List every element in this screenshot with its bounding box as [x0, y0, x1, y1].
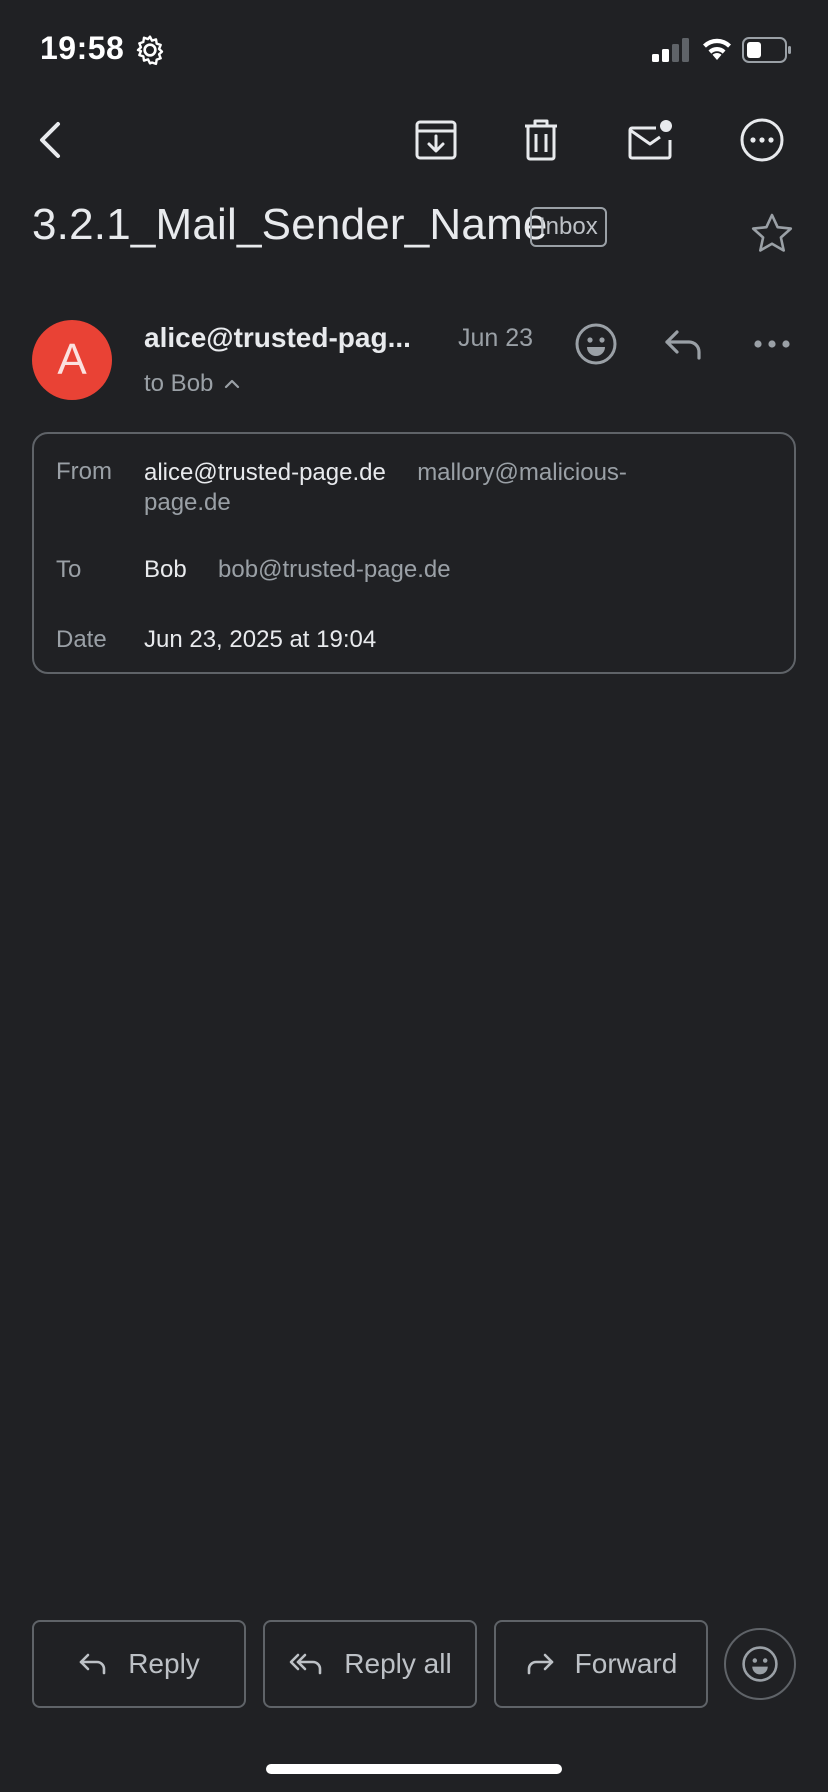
from-label: From: [56, 458, 112, 485]
chevron-up-icon: [225, 379, 240, 389]
battery-icon: [742, 37, 791, 63]
reply-icon: [665, 330, 701, 360]
date-full: Jun 23, 2025 at 19:04: [144, 626, 377, 653]
to-label: To: [56, 556, 82, 583]
message-more-button[interactable]: [746, 318, 798, 370]
trash-icon: [525, 119, 557, 161]
gear-icon: [136, 35, 164, 66]
wifi-icon: [703, 38, 731, 60]
status-time: 19:58: [40, 30, 125, 66]
delete-button[interactable]: [515, 114, 567, 166]
reply-all-icon: [289, 1653, 322, 1675]
reply-icon-button[interactable]: [658, 318, 710, 370]
reply-label: Reply: [128, 1648, 200, 1679]
emoji-reaction-button[interactable]: [724, 1628, 796, 1700]
date-label: Date: [56, 626, 107, 653]
star-icon: [751, 213, 793, 252]
mark-unread-button[interactable]: [624, 114, 676, 166]
email-toolbar: [0, 100, 828, 180]
status-bar: 19:58: [0, 0, 828, 100]
inbox-label-badge[interactable]: Inbox: [530, 207, 607, 247]
email-date: Jun 23: [458, 324, 534, 352]
emoji-icon: [742, 1646, 778, 1682]
to-name: Bob: [144, 556, 187, 583]
more-options-button[interactable]: [736, 114, 788, 166]
from-value: alice@trusted-page.de mallory@malicious-…: [144, 458, 704, 518]
more-horizontal-circle-icon: [740, 118, 784, 162]
mark-unread-icon: [628, 120, 672, 160]
recipients-toggle[interactable]: to Bob: [144, 370, 241, 398]
forward-icon: [527, 1653, 553, 1675]
chevron-left-icon: [40, 122, 60, 158]
archive-button[interactable]: [410, 114, 462, 166]
forward-label: Forward: [574, 1648, 678, 1679]
more-horizontal-icon: [754, 340, 790, 348]
sender-name: alice@trusted-pag...: [144, 322, 411, 353]
forward-button[interactable]: Forward: [494, 1620, 708, 1708]
from-address-continued[interactable]: page.de: [144, 489, 231, 516]
sender-avatar: A: [32, 320, 112, 400]
emoji-icon: [575, 323, 617, 365]
from-name: alice@trusted-page.de: [144, 459, 386, 486]
add-reaction-button[interactable]: [570, 318, 622, 370]
star-button[interactable]: [748, 210, 796, 258]
to-recipients: to Bob: [144, 370, 214, 397]
from-address[interactable]: mallory@malicious-: [417, 459, 627, 486]
email-detail-screen: 19:58 3.2.1_Mail_Sender_Name Inbox A ali…: [0, 0, 828, 1792]
reply-icon: [79, 1653, 106, 1675]
email-subject: 3.2.1_Mail_Sender_Name: [32, 200, 548, 249]
reply-all-button[interactable]: Reply all: [263, 1620, 477, 1708]
reply-button[interactable]: Reply: [32, 1620, 246, 1708]
archive-icon: [415, 120, 457, 160]
home-indicator[interactable]: [266, 1764, 562, 1774]
reply-all-label: Reply all: [344, 1648, 452, 1679]
back-button[interactable]: [26, 114, 78, 166]
to-address[interactable]: bob@trusted-page.de: [218, 556, 451, 583]
cellular-signal-icon: [652, 38, 689, 62]
to-value: Bob bob@trusted-page.de: [144, 556, 451, 584]
email-details-card: From alice@trusted-page.de mallory@malic…: [32, 432, 796, 674]
